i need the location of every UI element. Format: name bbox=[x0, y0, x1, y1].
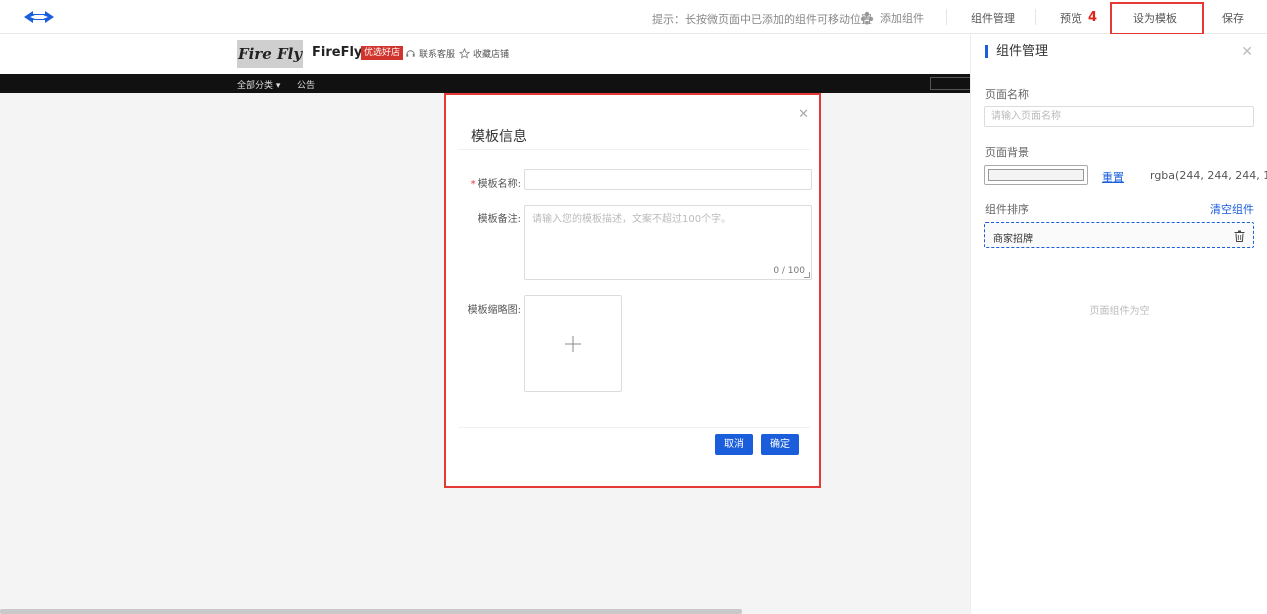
top-toolbar: 提示：长按微页面中已添加的组件可移动位置 添加组件 组件管理 预览 4 设为模板… bbox=[0, 0, 1267, 35]
template-info-dialog: ✕ 模板信息 * 模板名称: 模板备注: 请输入您的模板描述，文案不超过100个字… bbox=[444, 93, 821, 488]
bg-color-value: rgba(244, 244, 244, 1) bbox=[1150, 169, 1267, 182]
close-icon[interactable]: ✕ bbox=[1241, 44, 1253, 60]
app-logo-icon bbox=[24, 11, 54, 23]
note-char-count: 0 / 100 bbox=[773, 266, 805, 276]
page-name-input[interactable]: 请输入页面名称 bbox=[984, 106, 1254, 127]
resize-handle-icon[interactable] bbox=[804, 272, 810, 278]
shop-badge: 优选好店 bbox=[361, 46, 404, 60]
horizontal-scrollbar[interactable] bbox=[0, 609, 742, 614]
nav-search-box[interactable] bbox=[930, 77, 970, 90]
component-item[interactable]: 商家招牌 bbox=[984, 222, 1254, 248]
set-template-highlight bbox=[1110, 2, 1204, 35]
cancel-button[interactable]: 取消 bbox=[715, 434, 753, 455]
bg-color-swatch bbox=[988, 169, 1084, 181]
template-name-label-text: 模板名称: bbox=[477, 179, 521, 190]
favorite-shop-link[interactable]: 收藏店铺 bbox=[459, 47, 509, 60]
bg-color-picker[interactable] bbox=[984, 165, 1088, 185]
trash-icon[interactable] bbox=[1234, 230, 1245, 242]
headset-icon bbox=[406, 50, 415, 57]
contact-service-label: 联系客服 bbox=[419, 50, 456, 60]
dialog-divider bbox=[458, 149, 810, 150]
empty-components-tip: 页面组件为空 bbox=[1089, 306, 1150, 317]
toolbar-divider bbox=[1035, 9, 1036, 25]
panel-title: 组件管理 bbox=[985, 45, 1048, 58]
nav-announcement[interactable]: 公告 bbox=[297, 78, 315, 91]
note-placeholder: 请输入您的模板描述，文案不超过100个字。 bbox=[532, 214, 732, 225]
nav-all-categories[interactable]: 全部分类 ▾ bbox=[237, 78, 280, 91]
shop-name: FireFly bbox=[312, 45, 363, 60]
thumbnail-upload[interactable] bbox=[524, 295, 622, 392]
dialog-title: 模板信息 bbox=[471, 129, 527, 145]
template-note-label: 模板备注: bbox=[477, 214, 521, 225]
component-manage-button[interactable]: 组件管理 bbox=[971, 10, 1015, 26]
puzzle-icon bbox=[860, 11, 874, 25]
add-component-button[interactable]: 添加组件 bbox=[860, 10, 924, 26]
page-bg-label: 页面背景 bbox=[985, 146, 1029, 159]
component-item-label: 商家招牌 bbox=[993, 234, 1033, 245]
shop-header[interactable]: Fire Fly FireFly 优选好店 联系客服 收藏店铺 bbox=[0, 34, 970, 74]
save-button[interactable]: 保存 bbox=[1222, 10, 1244, 26]
step-number-annotation: 4 bbox=[1088, 10, 1098, 25]
clear-components-link[interactable]: 清空组件 bbox=[1210, 201, 1254, 217]
template-note-textarea[interactable]: 请输入您的模板描述，文案不超过100个字。 0 / 100 bbox=[524, 205, 812, 280]
template-thumb-label: 模板缩略图: bbox=[467, 305, 521, 316]
required-mark: * bbox=[470, 179, 476, 190]
shop-nav-bar: 全部分类 ▾ 公告 bbox=[0, 74, 970, 93]
component-panel: 组件管理 ✕ 页面名称 请输入页面名称 页面背景 重置 rgba(244, 24… bbox=[970, 34, 1267, 614]
preview-button[interactable]: 预览 bbox=[1060, 10, 1082, 26]
plus-icon bbox=[565, 335, 581, 352]
component-sort-label: 组件排序 bbox=[985, 203, 1029, 216]
template-name-label: * 模板名称: bbox=[471, 175, 521, 190]
shop-logo: Fire Fly bbox=[237, 40, 303, 68]
reset-bg-link[interactable]: 重置 bbox=[1102, 169, 1124, 185]
close-icon[interactable]: ✕ bbox=[798, 107, 809, 122]
favorite-shop-label: 收藏店铺 bbox=[473, 50, 510, 60]
dialog-footer-divider bbox=[458, 427, 810, 428]
drag-tip-text: 提示：长按微页面中已添加的组件可移动位置 bbox=[652, 13, 872, 26]
star-icon bbox=[459, 48, 470, 59]
template-name-input[interactable] bbox=[524, 169, 812, 190]
contact-service-link[interactable]: 联系客服 bbox=[405, 47, 455, 60]
page-name-label: 页面名称 bbox=[985, 88, 1029, 101]
add-component-label: 添加组件 bbox=[880, 12, 924, 25]
confirm-button[interactable]: 确定 bbox=[761, 434, 799, 455]
toolbar-divider bbox=[946, 9, 947, 25]
